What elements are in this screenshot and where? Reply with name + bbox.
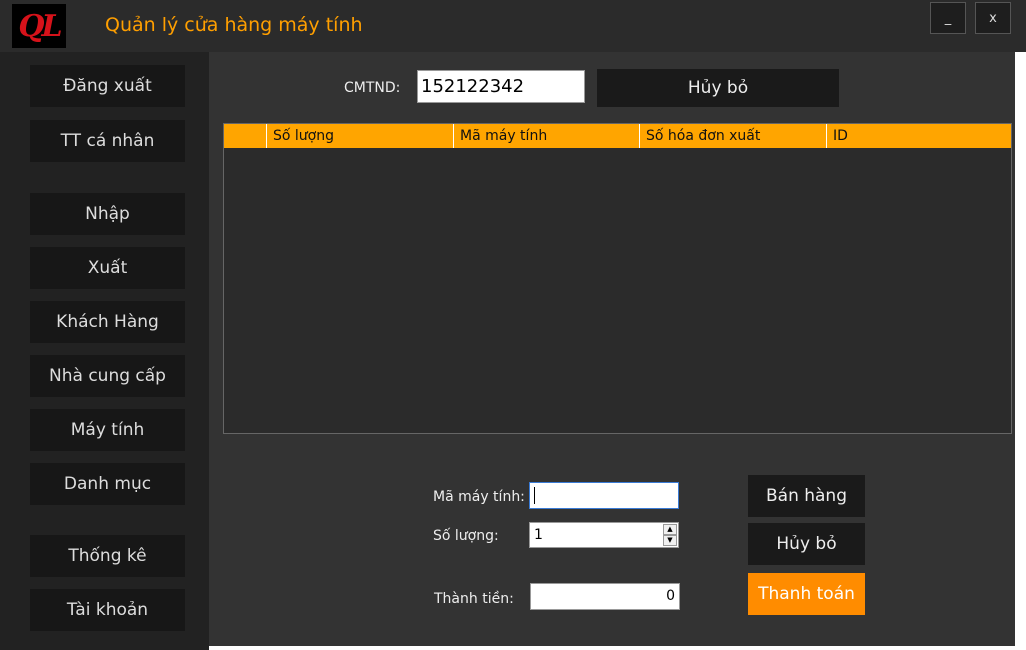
sidebar-item-export[interactable]: Xuất	[30, 247, 185, 289]
sidebar: Đăng xuất TT cá nhân Nhập Xuất Khách Hàn…	[0, 52, 209, 650]
row-selector-header	[224, 124, 266, 148]
top-cancel-button[interactable]: Hủy bỏ	[597, 69, 839, 107]
computer-code-label: Mã máy tính:	[433, 489, 525, 505]
sidebar-item-suppliers[interactable]: Nhà cung cấp	[30, 355, 185, 397]
quantity-label: Số lượng:	[433, 528, 499, 544]
computer-code-input[interactable]	[529, 482, 679, 509]
sidebar-item-statistics[interactable]: Thống kê	[30, 535, 185, 577]
total-label: Thành tiền:	[434, 591, 514, 607]
sidebar-item-accounts[interactable]: Tài khoản	[30, 589, 185, 631]
sidebar-item-logout[interactable]: Đăng xuất	[30, 65, 185, 107]
title-bar: QL Quản lý cửa hàng máy tính _ x	[0, 0, 1026, 52]
sell-button[interactable]: Bán hàng	[748, 475, 865, 517]
total-field[interactable]: 0	[530, 583, 680, 610]
column-header-computer-code[interactable]: Mã máy tính	[453, 124, 639, 148]
text-cursor	[534, 487, 535, 504]
column-header-quantity[interactable]: Số lượng	[266, 124, 453, 148]
column-header-id[interactable]: ID	[826, 124, 1011, 148]
sidebar-item-computers[interactable]: Máy tính	[30, 409, 185, 451]
pay-button[interactable]: Thanh toán	[748, 573, 865, 615]
minimize-button[interactable]: _	[930, 2, 966, 34]
cmtnd-input[interactable]: 152122342	[417, 70, 585, 103]
quantity-stepper[interactable]: 1	[529, 522, 679, 548]
sidebar-item-import[interactable]: Nhập	[30, 193, 185, 235]
app-logo: QL	[12, 4, 66, 48]
close-button[interactable]: x	[975, 2, 1011, 34]
table-header: Số lượng Mã máy tính Số hóa đơn xuất ID	[224, 124, 1011, 148]
invoice-table[interactable]: Số lượng Mã máy tính Số hóa đơn xuất ID	[223, 123, 1012, 434]
bottom-cancel-button[interactable]: Hủy bỏ	[748, 523, 865, 565]
quantity-value: 1	[534, 527, 543, 543]
stepper-up-icon[interactable]: ▲	[663, 524, 677, 535]
cmtnd-label: CMTND:	[344, 80, 401, 96]
sidebar-item-customers[interactable]: Khách Hàng	[30, 301, 185, 343]
app-title: Quản lý cửa hàng máy tính	[105, 14, 363, 36]
stepper-down-icon[interactable]: ▼	[663, 535, 677, 546]
right-edge	[1015, 52, 1026, 650]
bottom-edge	[209, 646, 1015, 650]
sidebar-item-profile[interactable]: TT cá nhân	[30, 120, 185, 162]
sidebar-item-categories[interactable]: Danh mục	[30, 463, 185, 505]
column-header-invoice-number[interactable]: Số hóa đơn xuất	[639, 124, 826, 148]
